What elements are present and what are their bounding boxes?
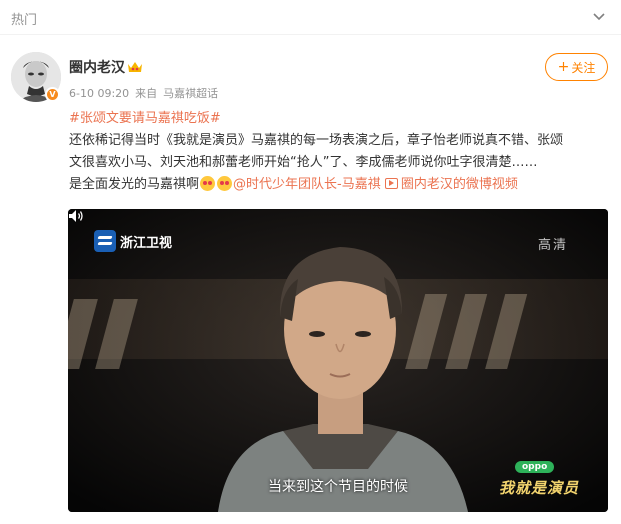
post-source[interactable]: 马嘉祺超话 bbox=[163, 87, 218, 100]
volume-icon[interactable] bbox=[68, 209, 84, 223]
sponsor-logo: oppo bbox=[515, 461, 555, 473]
channel-logo-icon bbox=[94, 230, 116, 252]
heart-eyes-emoji-icon bbox=[217, 176, 233, 191]
quality-badge: 高清 bbox=[538, 238, 569, 253]
divider bbox=[0, 34, 621, 35]
plus-icon: + bbox=[557, 59, 570, 75]
follow-label: 关注 bbox=[571, 60, 596, 75]
feed-header: 热门 bbox=[0, 0, 621, 34]
post-body: 还依稀记得当时《我就是演员》马嘉祺的每一场表演之后，章子怡老师说真不错、张颂 文… bbox=[69, 130, 614, 196]
post-time[interactable]: 6-10 09:20 bbox=[69, 87, 129, 100]
heart-eyes-emoji-icon bbox=[200, 176, 216, 191]
source-prefix: 来自 bbox=[135, 87, 158, 100]
chevron-down-icon[interactable] bbox=[592, 9, 606, 23]
video-link[interactable]: 圈内老汉的微博视频 bbox=[384, 177, 518, 192]
video-icon bbox=[384, 178, 398, 189]
author-name[interactable]: 圈内老汉 bbox=[69, 57, 125, 77]
body-line-text: 是全面发光的马嘉祺啊 bbox=[69, 177, 200, 192]
channel-logo: 浙江卫视 bbox=[94, 230, 172, 252]
video-subtitle: 当来到这个节目的时候 bbox=[268, 479, 408, 495]
body-line: 文很喜欢小马、刘天池和郝蕾老师开始“抢人”了、李成儒老师说你吐字很清楚…… bbox=[69, 155, 538, 170]
mention-link[interactable]: @时代少年团队长-马嘉祺 bbox=[233, 177, 381, 192]
hashtag-topic[interactable]: #张颂文要请马嘉祺吃饭# bbox=[69, 107, 221, 126]
feed-label: 热门 bbox=[11, 13, 38, 28]
post-meta: 6-10 09:20 来自 马嘉祺超话 bbox=[69, 85, 224, 101]
body-line: 是全面发光的马嘉祺啊 @时代少年团队长-马嘉祺 圈内老汉的微博视频 bbox=[69, 174, 614, 196]
body-line: 还依稀记得当时《我就是演员》马嘉祺的每一场表演之后，章子怡老师说真不错、张颂 bbox=[69, 133, 564, 148]
crown-icon[interactable] bbox=[126, 59, 144, 75]
video-link-label: 圈内老汉的微博视频 bbox=[400, 177, 518, 192]
channel-name: 浙江卫视 bbox=[120, 235, 173, 251]
verified-badge: V bbox=[45, 87, 60, 102]
video-player[interactable]: 浙江卫视 高清 oppo 我就是演员 当来到这个节目的时候 bbox=[68, 209, 608, 512]
follow-button[interactable]: + 关注 bbox=[545, 53, 608, 81]
